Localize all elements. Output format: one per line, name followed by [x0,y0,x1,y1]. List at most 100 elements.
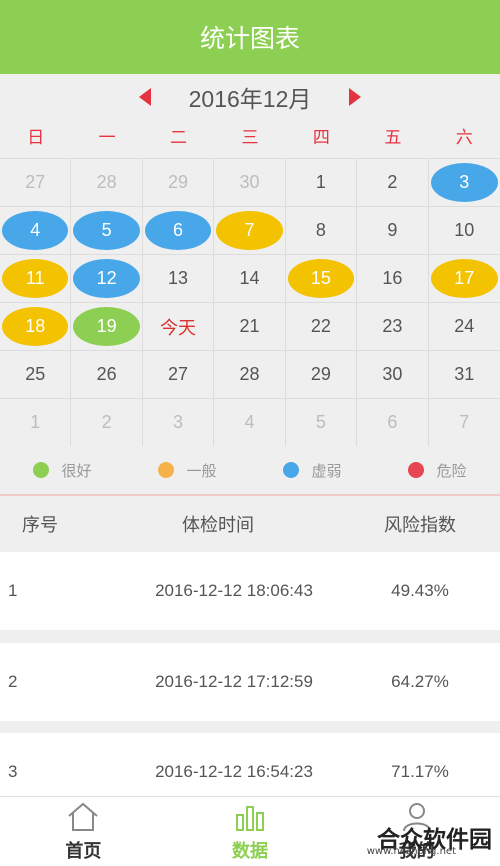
calendar-day[interactable]: 11 [0,255,72,303]
calendar-day[interactable]: 7 [428,399,500,447]
calendar-day[interactable]: 21 [214,303,286,351]
table-row[interactable]: 2 2016-12-12 17:12:59 64.27% [0,643,500,721]
day-number: 17 [454,268,475,288]
calendar-day[interactable]: 31 [428,351,500,399]
day-number: 27 [168,364,189,384]
calendar-day[interactable]: 26 [71,351,143,399]
blue-dot-icon [283,462,300,478]
table-row[interactable]: 1 2016-12-12 18:06:43 49.43% [0,552,500,630]
calendar: 2016年12月 日 一 二 三 四 五 六 27 28 29 30 1 2 3 4 5 6 7 8 9… [0,74,500,447]
day-number: 28 [96,172,117,192]
weekday-label: 三 [241,128,259,148]
calendar-day[interactable]: 23 [357,303,429,351]
calendar-day[interactable]: 12 [71,255,143,303]
calendar-day[interactable]: 18 [0,303,72,351]
calendar-day[interactable]: 4 [214,399,286,447]
calendar-day[interactable]: 14 [214,255,286,303]
day-number: 27 [25,172,46,192]
day-number: 4 [244,412,255,432]
day-number: 10 [454,220,475,240]
calendar-day[interactable]: 6 [142,207,215,255]
calendar-day[interactable]: 30 [357,351,429,399]
day-number: 15 [310,268,331,288]
calendar-day[interactable]: 27 [142,351,215,399]
calendar-day[interactable]: 16 [357,255,429,303]
day-number: 5 [315,412,326,432]
calendar-day[interactable]: 13 [142,255,215,303]
next-month-arrow-icon[interactable] [349,88,362,106]
day-number: 2 [387,172,398,192]
calendar-day[interactable]: 28 [71,159,143,207]
calendar-day[interactable]: 15 [285,255,358,303]
month-label: 2016年12月 [188,86,312,112]
calendar-day[interactable]: 2 [357,159,429,207]
day-number: 16 [382,268,403,288]
legend-item-danger: 危险 [375,446,500,494]
month-navigator: 2016年12月 [0,74,500,120]
calendar-day[interactable]: 29 [285,351,358,399]
calendar-day[interactable]: 25 [0,351,72,399]
calendar-day[interactable]: 8 [285,207,358,255]
tab-data-label: 数据 [231,840,268,862]
legend-label: 很好 [61,461,92,480]
tab-home[interactable]: 首页 [0,797,167,866]
calendar-day[interactable]: 3 [142,399,215,447]
day-number: 29 [310,364,331,384]
calendar-day[interactable]: 17 [428,255,500,303]
legend-item-weak: 虚弱 [250,446,375,494]
calendar-day[interactable]: 1 [0,399,72,447]
calendar-day[interactable]: 24 [428,303,500,351]
watermark-url: www.hezhong.net [366,846,456,857]
calendar-day[interactable]: 10 [428,207,500,255]
day-number: 28 [239,364,260,384]
header-risk-index: 风险指数 [384,515,456,536]
calendar-day[interactable]: 28 [214,351,286,399]
day-number: 22 [310,316,331,336]
calendar-day[interactable]: 9 [357,207,429,255]
weekday-label: 一 [98,128,116,148]
calendar-day[interactable]: 19 [71,303,143,351]
calendar-day[interactable]: 29 [142,159,215,207]
weekday-header: 日 一 二 三 四 五 六 [0,120,500,156]
calendar-day[interactable]: 5 [71,207,143,255]
calendar-day[interactable]: 22 [285,303,358,351]
day-number: 2 [101,412,112,432]
row-risk-index: 49.43% [391,581,449,600]
calendar-day-today[interactable]: 今天 [142,303,215,351]
calendar-day[interactable]: 5 [285,399,358,447]
prev-month-arrow-icon[interactable] [138,88,151,106]
day-number: 1 [315,172,326,192]
day-number: 5 [101,220,112,240]
table-header: 序号 体检时间 风险指数 [0,498,500,550]
calendar-day[interactable]: 27 [0,159,72,207]
day-number: 30 [382,364,403,384]
day-number: 19 [96,316,117,336]
calendar-day[interactable]: 4 [0,207,72,255]
calendar-day[interactable]: 7 [214,207,286,255]
day-number: 24 [454,316,475,336]
day-number: 18 [25,316,46,336]
orange-dot-icon [158,462,175,478]
calendar-day[interactable]: 30 [214,159,286,207]
day-number: 26 [96,364,117,384]
legend-item-good: 很好 [0,446,125,494]
calendar-day[interactable]: 3 [428,159,500,207]
legend-label: 虚弱 [311,461,342,480]
calendar-day[interactable]: 6 [357,399,429,447]
day-number: 30 [239,172,260,192]
tab-data[interactable]: 数据 [167,797,334,866]
calendar-day[interactable]: 2 [71,399,143,447]
row-check-time: 2016-12-12 16:54:23 [155,762,313,781]
calendar-day[interactable]: 1 [285,159,358,207]
day-number: 9 [387,220,398,240]
tab-home-label: 首页 [65,840,102,862]
day-number: 7 [244,220,255,240]
legend-item-normal: 一般 [125,446,250,494]
row-risk-index: 64.27% [391,672,449,691]
day-number: 23 [382,316,403,336]
status-legend: 很好 一般 虚弱 危险 [0,446,500,496]
page-title: 统计图表 [199,24,300,53]
calendar-grid: 27 28 29 30 1 2 3 4 5 6 7 8 9 10 11 12 13 14 15 16 17 18 19 今天 2… [0,158,500,447]
day-number: 8 [315,220,326,240]
weekday-label: 六 [455,128,473,148]
